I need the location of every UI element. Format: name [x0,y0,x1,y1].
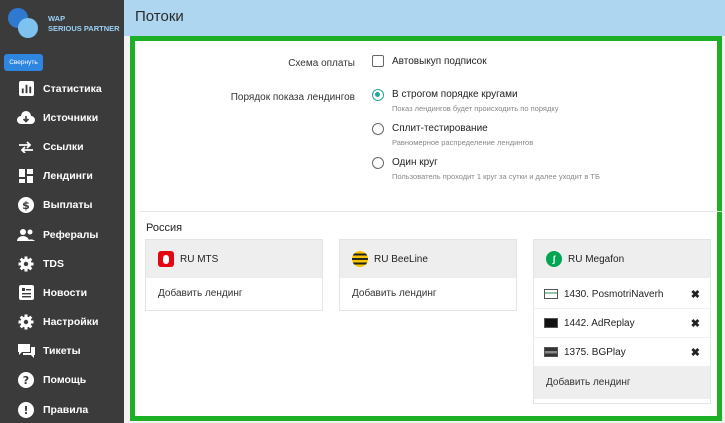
operator-card-beeline: RU BeeLine Добавить лендинг [339,239,517,311]
order-split-radio[interactable] [372,123,384,135]
operator-card-header: RU BeeLine [340,240,516,278]
mts-icon [158,251,174,267]
sidebar-item-label: Правила [43,403,89,416]
svg-text:?: ? [23,374,29,387]
sidebar-item-label: Новости [43,286,88,299]
sidebar-item-label: Выплаты [43,199,93,212]
order-strict-hint: Показ лендингов будет происходить по пор… [392,104,559,113]
add-landing-button[interactable]: Добавить лендинг [146,278,322,310]
payment-scheme-label: Схема оплаты [288,58,355,69]
people-icon [17,226,35,244]
sidebar-item-payouts[interactable]: $ Выплаты [0,191,124,220]
megafon-icon: ʃ [546,251,562,267]
remove-landing-icon[interactable]: ✖ [691,317,700,330]
order-split-hint: Равномерное распределение лендингов [392,138,534,147]
landing-row[interactable]: 1442. AdReplay ✖ [534,309,710,338]
landing-row[interactable]: 1375. BGPlay ✖ [534,338,710,367]
operator-card-megafon: ʃ RU Megafon 1430. PosmotriNaverh ✖ 1442… [533,239,711,404]
sidebar-item-label: Рефералы [43,228,99,241]
sidebar-item-sources[interactable]: Источники [0,103,124,132]
collapse-button[interactable]: Свернуть [4,54,43,71]
landing-thumbnail [544,318,558,328]
order-split-title: Сплит-тестирование [392,123,488,134]
gear-icon [17,313,35,331]
auto-buyout-checkbox[interactable] [372,55,384,67]
sidebar-item-label: Настройки [43,316,99,329]
cloud-download-icon [17,109,35,127]
order-one-round-title: Один круг [392,157,438,168]
operator-card-header: RU MTS [146,240,322,278]
sidebar-item-label: Ссылки [43,140,84,153]
add-landing-button[interactable]: Добавить лендинг [534,367,710,399]
landing-row[interactable]: 1430. PosmotriNaverh ✖ [534,280,710,309]
brand-text: WAP SERIOUS PARTNER [48,14,120,33]
help-icon: ? [17,371,35,389]
gear-icon [17,255,35,273]
operator-card-mts: RU MTS Добавить лендинг [145,239,323,311]
swap-arrows-icon [17,138,35,156]
sidebar-item-referrals[interactable]: Рефералы [0,220,124,249]
sidebar-item-label: Источники [43,111,99,124]
sidebar-item-tds[interactable]: TDS [0,249,124,278]
order-one-round-hint: Пользователь проходит 1 круг за сутки и … [392,172,600,181]
remove-landing-icon[interactable]: ✖ [691,288,700,301]
landing-name: 1442. AdReplay [564,317,635,329]
sidebar-item-label: Помощь [43,374,87,387]
info-icon: ! [17,401,35,419]
sidebar-item-links[interactable]: Ссылки [0,132,124,161]
order-strict-radio[interactable] [372,89,384,101]
remove-landing-icon[interactable]: ✖ [691,346,700,359]
news-icon [17,284,35,302]
sidebar-item-landings[interactable]: Лендинги [0,162,124,191]
auto-buyout-label: Автовыкуп подписок [392,56,487,67]
sidebar-item-help[interactable]: ? Помощь [0,366,124,395]
region-title: Россия [146,222,183,234]
operator-name: RU BeeLine [374,253,428,265]
brand-logo[interactable] [8,8,38,38]
landing-name: 1430. PosmotriNaverh [564,288,664,300]
page-header: Потоки [124,0,725,36]
sidebar-menu: Статистика Источники Ссылки Лендинги $ В… [0,74,124,423]
flow-settings-panel: Схема оплаты Автовыкуп подписок Порядок … [130,36,722,421]
dashboard-icon [17,167,35,185]
sidebar: WAP SERIOUS PARTNER Свернуть Статистика … [0,0,124,423]
landing-thumbnail [544,347,558,357]
landing-order-label: Порядок показа лендингов [230,92,355,103]
beeline-icon [352,251,368,267]
sidebar-item-settings[interactable]: Настройки [0,308,124,337]
order-one-round-radio[interactable] [372,157,384,169]
sidebar-item-label: Тикеты [43,345,81,358]
sidebar-item-rules[interactable]: ! Правила [0,395,124,423]
sidebar-item-news[interactable]: Новости [0,278,124,307]
svg-text:$: $ [22,199,30,212]
sidebar-item-tickets[interactable]: Тикеты [0,337,124,366]
sidebar-item-label: Лендинги [43,170,93,183]
sidebar-item-label: TDS [43,257,64,270]
forum-icon [17,342,35,360]
operator-name: RU Megafon [568,253,625,265]
landing-name: 1375. BGPlay [564,346,626,358]
svg-text:!: ! [23,404,28,417]
chart-icon [17,80,35,98]
page-title: Потоки [135,8,184,25]
dollar-icon: $ [17,196,35,214]
landing-thumbnail [544,289,558,299]
sidebar-item-statistics[interactable]: Статистика [0,74,124,103]
operator-name: RU MTS [180,253,219,265]
add-landing-button[interactable]: Добавить лендинг [340,278,516,310]
sidebar-item-label: Статистика [43,82,102,95]
operator-card-header: ʃ RU Megafon [534,240,710,278]
order-strict-title: В строгом порядке кругами [392,89,518,100]
section-divider [140,211,722,212]
